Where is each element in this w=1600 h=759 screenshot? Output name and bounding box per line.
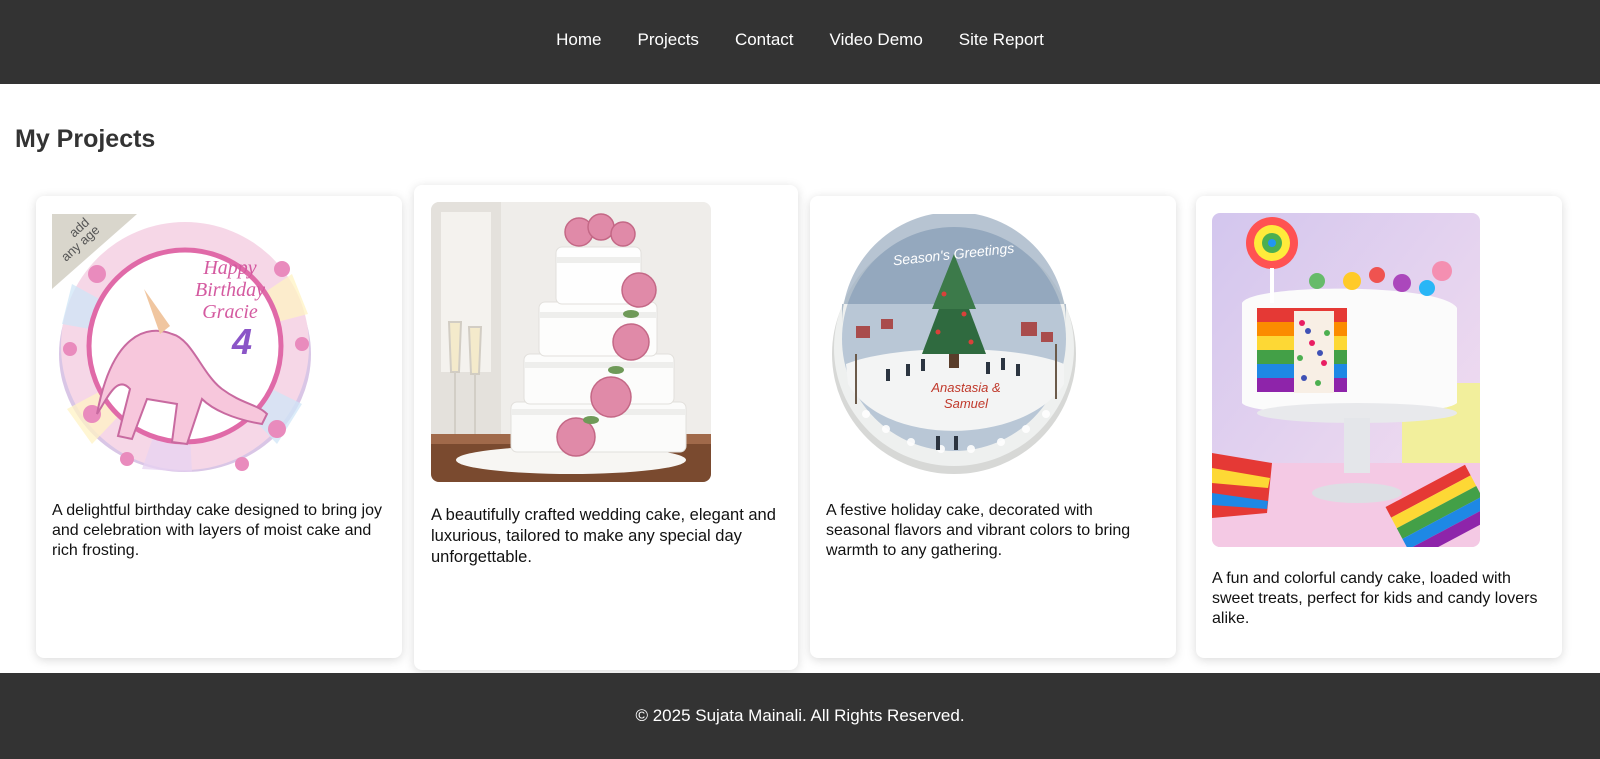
- cake-text-names-line1: Anastasia &: [930, 380, 1000, 395]
- nav-link-video-demo[interactable]: Video Demo: [830, 30, 923, 54]
- cake-text-age: 4: [231, 321, 252, 362]
- cake-text-name: Gracie: [202, 301, 258, 323]
- project-card-birthday: Happy Birthday Gracie 4 add any age A de…: [36, 196, 402, 658]
- project-description: A festive holiday cake, decorated with s…: [826, 502, 1131, 559]
- project-description: A fun and colorful candy cake, loaded wi…: [1212, 570, 1538, 627]
- nav-link-home[interactable]: Home: [556, 30, 601, 54]
- project-description: A beautifully crafted wedding cake, eleg…: [431, 506, 776, 566]
- page-title: My Projects: [15, 125, 156, 153]
- copyright-text: © 2025 Sujata Mainali. All Rights Reserv…: [635, 706, 965, 725]
- project-card-holiday: Season's Greetings Anastasia & Samuel A …: [810, 196, 1176, 658]
- cake-text-names-line2: Samuel: [944, 396, 989, 411]
- page-footer: © 2025 Sujata Mainali. All Rights Reserv…: [0, 673, 1600, 759]
- project-card-wedding: A beautifully crafted wedding cake, eleg…: [414, 185, 798, 670]
- nav-link-contact[interactable]: Contact: [735, 30, 794, 54]
- cake-text-happy: Happy: [202, 257, 256, 279]
- holiday-cake-image: Season's Greetings Anastasia & Samuel: [826, 214, 1092, 478]
- project-description: A delightful birthday cake designed to b…: [52, 502, 382, 559]
- nav-link-projects[interactable]: Projects: [638, 30, 699, 54]
- nav-link-site-report[interactable]: Site Report: [959, 30, 1044, 54]
- cake-text-birthday: Birthday: [195, 279, 265, 301]
- candy-cake-image: [1212, 213, 1480, 547]
- top-navigation: Home Projects Contact Video Demo Site Re…: [0, 0, 1600, 84]
- birthday-cake-image: Happy Birthday Gracie 4 add any age: [52, 214, 318, 478]
- project-card-candy: A fun and colorful candy cake, loaded wi…: [1196, 196, 1562, 658]
- wedding-cake-image: [431, 202, 711, 482]
